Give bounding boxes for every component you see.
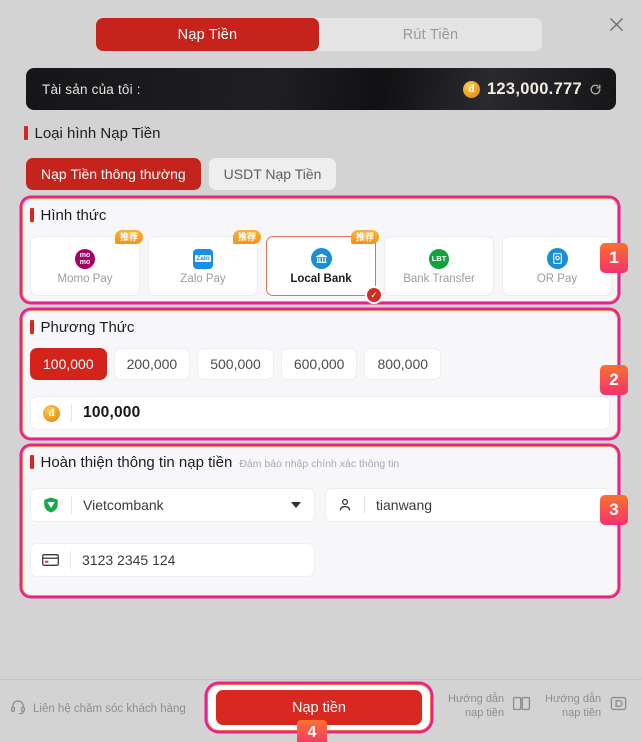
deposit-type-normal[interactable]: Nạp Tiền thông thường xyxy=(26,158,201,190)
amount-input[interactable]: đ 100,000 xyxy=(30,396,610,430)
account-name-field[interactable]: tianwang xyxy=(325,488,610,522)
momo-icon: mo mo xyxy=(74,248,96,270)
method-card-local-bank[interactable]: 推荐 Local Bank ✓ xyxy=(266,230,383,304)
tab-deposit[interactable]: Nạp Tiền xyxy=(96,18,319,51)
footer-divider xyxy=(0,679,642,680)
chevron-down-icon[interactable] xyxy=(291,502,301,508)
user-icon xyxy=(337,497,353,513)
refresh-icon[interactable] xyxy=(589,83,602,96)
tab-bar: Nạp Tiền Rút Tiền xyxy=(96,18,542,51)
recommend-badge: 推荐 xyxy=(350,230,379,245)
amount-preset-label: 100,000 xyxy=(43,356,94,372)
tab-deposit-label: Nạp Tiền xyxy=(177,26,238,43)
tab-withdraw[interactable]: Rút Tiền xyxy=(319,18,542,51)
recommend-badge: 推荐 xyxy=(114,230,143,245)
guide-wallet-line2: nạp tiền xyxy=(562,707,602,719)
method-heading: Hình thức xyxy=(30,206,107,224)
vietcombank-icon xyxy=(42,496,60,514)
step-badge-4: 4 xyxy=(297,720,327,742)
amount-preset-label: 200,000 xyxy=(126,356,178,372)
guide-wallet-label: Hướng dẫn nạp tiền xyxy=(545,692,601,720)
method-label-local-bank: Local Bank xyxy=(290,272,352,285)
method-label-zalopay: Zalo Pay xyxy=(180,272,226,285)
method-card-bank-transfer[interactable]: LBT Bank Transfer xyxy=(384,236,494,296)
tab-withdraw-label: Rút Tiền xyxy=(402,26,459,43)
card-icon xyxy=(42,553,59,567)
amount-heading: Phương Thức xyxy=(30,318,135,336)
balance-label: Tài sản của tôi : xyxy=(42,81,141,97)
guide-link-wallet[interactable]: Hướng dẫn nạp tiền xyxy=(545,692,628,720)
amount-preset-list: 100,000 200,000 500,000 600,000 800,000 xyxy=(30,348,442,380)
deposit-dialog: Nạp Tiền Rút Tiền Tài sản của tôi : đ 12… xyxy=(0,0,642,742)
method-label-momo: Momo Pay xyxy=(57,272,113,285)
close-icon[interactable] xyxy=(602,10,630,38)
step-badge-2: 2 xyxy=(600,365,628,395)
deposit-type-title: Loại hình Nạp Tiền xyxy=(34,125,161,142)
amount-title: Phương Thức xyxy=(40,319,135,336)
form-title: Hoàn thiện thông tin nạp tiền xyxy=(40,454,233,471)
currency-coin-icon: đ xyxy=(462,80,480,98)
balance-amount: 123,000.777 xyxy=(486,79,582,98)
amount-preset-500000[interactable]: 500,000 xyxy=(197,348,274,380)
headset-icon xyxy=(10,699,26,718)
form-heading: Hoàn thiện thông tin nạp tiền Đảm bảo nh… xyxy=(30,453,400,471)
book-icon xyxy=(512,694,531,718)
deposit-type-usdt[interactable]: USDT Nạp Tiền xyxy=(208,158,337,190)
method-label-bank-transfer: Bank Transfer xyxy=(403,272,475,285)
deposit-type-heading: Loại hình Nạp Tiền xyxy=(24,124,161,142)
recommend-badge: 推荐 xyxy=(232,230,261,245)
input-divider xyxy=(364,496,365,514)
amount-preset-label: 600,000 xyxy=(293,356,345,372)
currency-coin-icon: đ xyxy=(43,404,60,422)
balance-value-group: đ 123,000.777 xyxy=(462,79,602,99)
guide-book-line2: nạp tiền xyxy=(465,707,505,719)
card-number-field[interactable]: 3123 2345 124 xyxy=(30,543,315,577)
deposit-type-usdt-label: USDT Nạp Tiền xyxy=(223,166,322,182)
input-divider xyxy=(71,496,72,514)
amount-preset-600000[interactable]: 600,000 xyxy=(280,348,358,380)
method-card-or-pay[interactable]: OR Pay xyxy=(502,236,612,296)
method-title: Hình thức xyxy=(40,207,107,224)
amount-preset-200000[interactable]: 200,000 xyxy=(113,348,191,380)
zalopay-icon: Zalo xyxy=(192,248,214,270)
deposit-type-normal-label: Nạp Tiền thông thường xyxy=(41,166,186,182)
customer-support-label: Liên hệ chăm sóc khách hàng xyxy=(33,702,186,715)
method-card-zalopay[interactable]: 推荐 Zalo Zalo Pay xyxy=(148,230,261,296)
amount-preset-label: 800,000 xyxy=(377,356,429,372)
input-divider xyxy=(71,404,72,422)
step-badge-3: 3 xyxy=(600,495,628,525)
wallet-icon xyxy=(609,694,628,718)
lbt-icon: LBT xyxy=(428,248,450,270)
form-subtitle: Đảm bảo nhập chính xác thông tin xyxy=(239,458,400,470)
amount-preset-label: 500,000 xyxy=(210,356,261,372)
customer-support-link[interactable]: Liên hệ chăm sóc khách hàng xyxy=(10,699,186,718)
amount-input-value: 100,000 xyxy=(83,404,141,421)
amount-preset-800000[interactable]: 800,000 xyxy=(364,348,442,380)
step-badge-1: 1 xyxy=(600,243,628,273)
selected-check-icon: ✓ xyxy=(365,286,383,304)
account-name-value: tianwang xyxy=(376,497,433,513)
guide-book-label: Hướng dẫn nạp tiền xyxy=(448,692,504,720)
guide-book-line1: Hướng dẫn xyxy=(448,693,505,705)
method-card-momo[interactable]: 推荐 mo mo Momo Pay xyxy=(30,230,143,296)
bank-icon xyxy=(310,248,332,270)
method-label-or-pay: OR Pay xyxy=(536,272,578,285)
amount-preset-100000[interactable]: 100,000 xyxy=(30,348,107,380)
balance-bar: Tài sản của tôi : đ 123,000.777 xyxy=(26,68,616,110)
qr-pay-icon xyxy=(546,248,568,270)
input-divider xyxy=(70,551,71,569)
bank-select[interactable]: Vietcombank xyxy=(30,488,315,522)
card-number-value: 3123 2345 124 xyxy=(82,552,176,568)
method-card-list: 推荐 mo mo Momo Pay 推荐 Zalo Zalo Pay 推荐 Lo… xyxy=(30,230,612,304)
bank-select-value: Vietcombank xyxy=(83,497,164,513)
deposit-type-options: Nạp Tiền thông thường USDT Nạp Tiền xyxy=(26,158,337,190)
guide-wallet-line1: Hướng dẫn xyxy=(545,693,602,705)
guide-link-book[interactable]: Hướng dẫn nạp tiền xyxy=(448,692,531,720)
